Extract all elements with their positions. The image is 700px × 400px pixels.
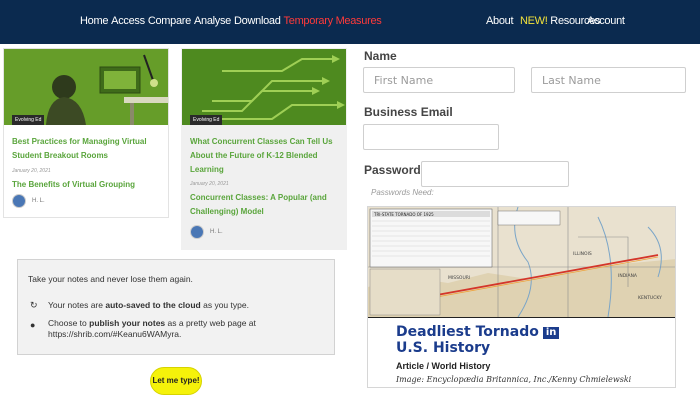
article-tag[interactable]: Evolving Ed [190, 115, 223, 125]
ad-headline: Deadliest Tornado in U.S. History [396, 324, 646, 356]
nav-account-link[interactable]: Account [587, 15, 625, 27]
nav-access-link[interactable]: Access [111, 15, 145, 27]
promo-line2-text: Choose to [48, 318, 90, 328]
password-input[interactable] [421, 161, 569, 187]
map-state-label: ILLINOIS [573, 251, 592, 257]
promo-line1-bold: auto-saved to the cloud [105, 300, 201, 310]
author-avatar [12, 194, 26, 208]
article-card[interactable]: Evolving Ed What Concurrent Classes Can … [181, 48, 347, 250]
last-name-input[interactable] [531, 67, 686, 93]
article-date: January 20, 2021 [12, 168, 51, 174]
nav-compare-link[interactable]: Compare [148, 15, 191, 27]
nav-download-link[interactable]: Download [234, 15, 281, 27]
map-title: TRI-STATE TORNADO OF 1925 [373, 212, 434, 217]
nav-left-menu: Home Access Compare Analyse Download Tem… [80, 15, 382, 27]
nav-home-link[interactable]: Home [80, 15, 108, 27]
related-article-title[interactable]: The Benefits of Virtual Grouping [12, 178, 160, 192]
map-state-label: MISSOURI [448, 275, 470, 281]
promo-line1-end: as you type. [200, 300, 249, 310]
article-title[interactable]: Best Practices for Managing Virtual Stud… [12, 135, 160, 163]
password-label: Password [364, 163, 421, 177]
tornado-map-image: TRI-STATE TORNADO OF 1925 ILLINOIS INDIA… [368, 207, 675, 318]
article-date: January 20, 2021 [190, 181, 229, 187]
business-email-input[interactable] [363, 124, 499, 150]
map-state-label: KENTUCKY [638, 295, 662, 301]
promo-autosave-line: Your notes are auto-saved to the cloud a… [48, 300, 318, 311]
nav-temporary-measures-link[interactable]: Temporary Measures [284, 15, 382, 27]
map-state-label: INDIANA [618, 273, 638, 279]
article-thumbnail [4, 49, 168, 125]
password-requirements-hint: Passwords Need: [371, 188, 434, 197]
name-label: Name [364, 49, 397, 63]
business-email-label: Business Email [364, 105, 453, 119]
nav-about-link[interactable]: About [486, 15, 514, 27]
tornado-article-ad[interactable]: TRI-STATE TORNADO OF 1925 ILLINOIS INDIA… [367, 206, 676, 388]
author-name: H. L. [32, 198, 45, 204]
ad-banner: Deadliest Tornado in U.S. History Article … [368, 317, 675, 387]
promo-title: Take your notes and never lose them agai… [28, 274, 193, 284]
promo-publish-line: Choose to publish your notes as a pretty… [48, 318, 318, 340]
article-title[interactable]: What Concurrent Classes Can Tell Us Abou… [190, 135, 338, 177]
top-nav-bar: Home Access Compare Analyse Download Tem… [0, 0, 700, 44]
promo-line1-text: Your notes are [48, 300, 106, 310]
ad-headline-line1: Deadliest Tornado [396, 324, 539, 340]
article-card[interactable]: Evolving Ed Best Practices for Managing … [3, 48, 169, 218]
article-tag[interactable]: Evolving Ed [12, 115, 45, 125]
ad-image-credit: Image: Encyclopædia Britannica, Inc./Ken… [396, 375, 632, 384]
author-avatar [190, 225, 204, 239]
notes-promo-box: Take your notes and never lose them agai… [17, 259, 335, 355]
nav-analyse-link[interactable]: Analyse [194, 15, 231, 27]
new-badge: NEW! [520, 15, 548, 27]
let-me-type-button[interactable]: Let me type! [150, 367, 202, 395]
globe-icon: ● [30, 320, 36, 330]
related-article-title[interactable]: Concurrent Classes: A Popular (and Chall… [190, 191, 338, 219]
article-thumbnail [182, 49, 346, 125]
author-name: H. L. [210, 229, 223, 235]
promo-line2-bold: publish your notes [89, 318, 166, 328]
ad-headline-line2: U.S. History [396, 340, 491, 356]
ad-badge: in [542, 327, 560, 339]
sync-icon: ↻ [30, 300, 38, 310]
ad-subtitle: Article / World History [396, 361, 491, 371]
first-name-input[interactable] [363, 67, 515, 93]
